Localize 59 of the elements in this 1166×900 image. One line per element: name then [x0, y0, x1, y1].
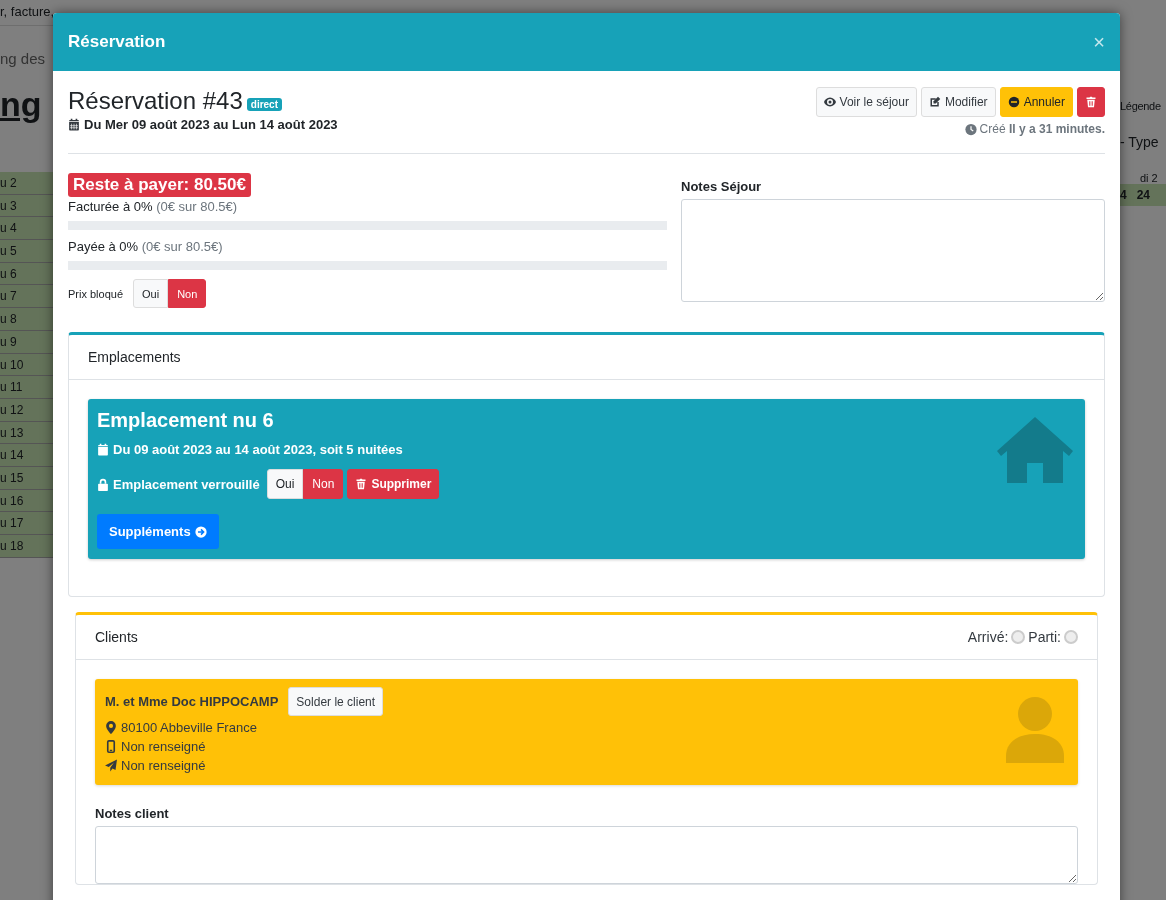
mobile-phone-icon [105, 740, 117, 753]
reservation-title: Réservation #43 [68, 87, 243, 115]
day-cell: 4 [1120, 188, 1127, 202]
client-email: Non renseigné [121, 758, 206, 773]
calendar-icon [68, 118, 80, 131]
edit-button[interactable]: Modifier [920, 87, 996, 117]
house-icon [997, 417, 1073, 483]
pitch-dates: Du 09 août 2023 au 14 août 2023, soit 5 nuitées [113, 442, 403, 457]
card-header: Emplacements [69, 335, 1104, 380]
card-header: Clients [95, 629, 138, 645]
view-button[interactable]: Voir le séjour [815, 87, 917, 117]
dialog-title: Réservation [68, 32, 166, 52]
balance-badge: Reste à payer: 80.50€ [68, 173, 251, 197]
toggle-option[interactable]: Non [168, 279, 207, 308]
user-silhouette-icon [1006, 697, 1064, 763]
arrow-circle-icon [194, 525, 207, 538]
eye-icon [823, 96, 836, 108]
progress-label: Payée à 0% (0€ sur 80.5€) [68, 239, 224, 254]
calendar-icon [97, 443, 109, 456]
notes-label: Notes client [95, 806, 170, 821]
edit-icon [928, 96, 941, 108]
pitch-title: Emplacement nu 6 [97, 409, 275, 432]
lock-icon [97, 477, 109, 491]
arrived-radio[interactable] [1011, 630, 1026, 644]
created-time: Créé Il y a 31 minutes. [979, 122, 1105, 136]
departed-radio[interactable] [1064, 630, 1078, 644]
departed-label: Parti: [1028, 629, 1061, 645]
client-notes-field[interactable] [95, 826, 1078, 884]
cancel-button[interactable]: Annuler [999, 87, 1073, 117]
type-filter: - Type [1120, 134, 1160, 150]
trash-icon [355, 478, 368, 490]
settle-client-button[interactable]: Solder le client [288, 687, 384, 716]
breadcrumb: ng des [0, 50, 46, 67]
legend-button[interactable]: Légende [1120, 92, 1166, 120]
client-phone: Non renseigné [121, 739, 206, 754]
client-address: 80100 Abbeville France [121, 720, 257, 735]
price-lock-label: Prix bloqué [68, 287, 124, 300]
toggle-option[interactable]: Non [303, 469, 344, 499]
progress-label: Facturée à 0% (0€ sur 80.5€) [68, 199, 239, 214]
day-header: di 2 [1139, 172, 1159, 184]
clock-icon [964, 122, 977, 136]
trash-icon [1085, 96, 1097, 108]
map-marker-icon [105, 721, 117, 734]
client-name: M. et Mme Doc HIPPOCAMP [105, 694, 279, 709]
notes-label: Notes Séjour [681, 179, 763, 194]
minus-circle-icon [1007, 96, 1020, 108]
source-badge: direct [246, 97, 282, 111]
delete-button[interactable] [1077, 87, 1105, 117]
toggle-option[interactable]: Oui [266, 469, 304, 499]
day-cell: 24 [1136, 188, 1151, 202]
page-heading: ng [0, 85, 42, 124]
pitch-lock-label: Emplacement verrouillé [113, 476, 260, 492]
reservation-dates: Du Mer 09 août 2023 au Lun 14 août 2023 [84, 117, 338, 132]
toggle-option[interactable]: Oui [133, 279, 169, 308]
supplements-button[interactable]: Suppléments [97, 514, 219, 549]
paper-plane-icon [105, 759, 117, 772]
delete-button[interactable]: Supprimer [347, 469, 440, 499]
notes-field[interactable] [681, 199, 1105, 302]
arrived-label: Arrivé: [967, 629, 1009, 645]
